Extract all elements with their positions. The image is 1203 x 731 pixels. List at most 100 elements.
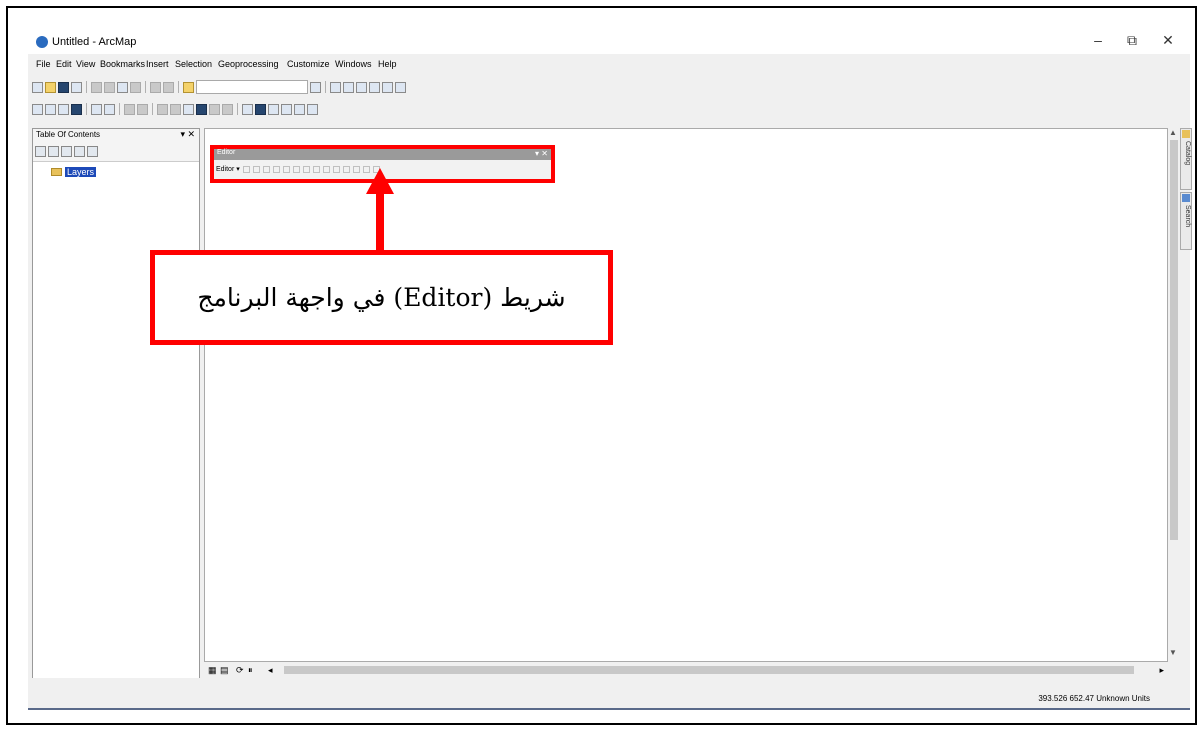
search-window-icon[interactable] bbox=[356, 81, 367, 93]
modelbuilder-icon[interactable] bbox=[395, 81, 406, 93]
toc-pin-close[interactable]: ▾ ✕ bbox=[180, 129, 195, 140]
select-features-icon[interactable] bbox=[157, 103, 168, 115]
fixed-zoom-in-icon[interactable] bbox=[91, 103, 102, 115]
menu-geoprocessing[interactable]: Geoprocessing bbox=[218, 59, 279, 69]
list-by-drawing-order-icon[interactable] bbox=[35, 145, 46, 157]
zoom-in-icon[interactable] bbox=[32, 103, 43, 115]
coordinates-readout: 393.526 652.47 Unknown Units bbox=[1038, 694, 1150, 703]
arcmap-window: Untitled - ArcMap – ⧉ ✕ File Edit View B… bbox=[28, 30, 1192, 710]
cut-polygons-icon[interactable] bbox=[322, 165, 330, 173]
map-view-bottom-bar: ▦ ▤ ⟳ ⏸ ◂ ▸ bbox=[204, 664, 1168, 678]
catalog-icon[interactable] bbox=[343, 81, 354, 93]
catalog-tab-icon bbox=[1182, 130, 1190, 138]
delete-icon[interactable] bbox=[130, 81, 141, 93]
annotation-callout: شريط (Editor) في واجهة البرنامج bbox=[150, 250, 613, 345]
menu-insert[interactable]: Insert bbox=[146, 59, 169, 69]
arctoolbox-icon[interactable] bbox=[369, 81, 380, 93]
scroll-thumb[interactable] bbox=[1170, 140, 1178, 540]
create-viewer-icon[interactable] bbox=[307, 103, 318, 115]
editor-menu-button[interactable]: Editor ▾ bbox=[216, 165, 240, 173]
menu-help[interactable]: Help bbox=[378, 59, 397, 69]
list-by-source-icon[interactable] bbox=[48, 145, 59, 157]
add-data-icon[interactable] bbox=[183, 81, 194, 93]
paste-icon[interactable] bbox=[117, 81, 128, 93]
menu-selection[interactable]: Selection bbox=[175, 59, 212, 69]
save-icon[interactable] bbox=[58, 81, 69, 93]
copy-icon[interactable] bbox=[104, 81, 115, 93]
layers-item[interactable]: Layers bbox=[51, 167, 97, 177]
time-slider-icon[interactable] bbox=[294, 103, 305, 115]
split-icon[interactable] bbox=[332, 165, 340, 173]
close-button[interactable]: ✕ bbox=[1156, 32, 1180, 49]
menu-windows[interactable]: Windows bbox=[335, 59, 372, 69]
title-bar: Untitled - ArcMap – ⧉ ✕ bbox=[28, 30, 1190, 54]
straight-segment-icon[interactable] bbox=[262, 165, 270, 173]
trace-icon[interactable] bbox=[282, 165, 290, 173]
minimize-button[interactable]: – bbox=[1086, 32, 1110, 48]
measure-icon[interactable] bbox=[242, 103, 253, 115]
menu-view[interactable]: View bbox=[76, 59, 95, 69]
hyperlink-icon[interactable] bbox=[209, 103, 220, 115]
rotate-icon[interactable] bbox=[342, 165, 350, 173]
catalog-tab[interactable]: Catalog bbox=[1180, 128, 1192, 190]
vertical-scrollbar[interactable]: ▲ ▼ bbox=[1168, 128, 1180, 662]
toc-tree: Layers bbox=[33, 161, 199, 678]
edit-vertices-icon[interactable] bbox=[302, 165, 310, 173]
menu-edit[interactable]: Edit bbox=[56, 59, 72, 69]
maximize-button[interactable]: ⧉ bbox=[1120, 32, 1144, 49]
map-scale-combo[interactable] bbox=[196, 80, 308, 94]
toolbar-separator bbox=[325, 81, 326, 93]
layout-view-icon[interactable]: ▤ bbox=[220, 665, 229, 676]
print-icon[interactable] bbox=[71, 81, 82, 93]
horizontal-scroll-thumb[interactable] bbox=[284, 666, 1134, 674]
search-tab[interactable]: Search bbox=[1180, 192, 1192, 250]
clear-selection-icon[interactable] bbox=[170, 103, 181, 115]
new-icon[interactable] bbox=[32, 81, 43, 93]
options-icon[interactable] bbox=[87, 145, 98, 157]
attributes-icon[interactable] bbox=[352, 165, 360, 173]
scroll-up-icon[interactable]: ▲ bbox=[1169, 128, 1177, 137]
scroll-left-icon[interactable]: ◂ bbox=[268, 665, 273, 676]
python-icon[interactable] bbox=[382, 81, 393, 93]
end-point-arc-icon[interactable] bbox=[272, 165, 280, 173]
fixed-zoom-out-icon[interactable] bbox=[104, 103, 115, 115]
select-elements-icon[interactable] bbox=[183, 103, 194, 115]
undo-icon[interactable] bbox=[150, 81, 161, 93]
pan-icon[interactable] bbox=[58, 103, 69, 115]
edit-tool-icon[interactable] bbox=[242, 165, 250, 173]
find-route-icon[interactable] bbox=[268, 103, 279, 115]
point-icon[interactable] bbox=[292, 165, 300, 173]
zoom-out-icon[interactable] bbox=[45, 103, 56, 115]
table-icon[interactable] bbox=[330, 81, 341, 93]
full-extent-icon[interactable] bbox=[71, 103, 82, 115]
toolbar-separator bbox=[119, 103, 120, 115]
search-tab-label: Search bbox=[1184, 205, 1191, 228]
list-by-visibility-icon[interactable] bbox=[61, 145, 72, 157]
editor-toolbar-close[interactable]: ▾ ✕ bbox=[535, 149, 548, 158]
toolbar-separator bbox=[86, 103, 87, 115]
scroll-right-icon[interactable]: ▸ bbox=[1159, 665, 1164, 676]
open-icon[interactable] bbox=[45, 81, 56, 93]
forward-icon[interactable] bbox=[137, 103, 148, 115]
redo-icon[interactable] bbox=[163, 81, 174, 93]
toolbar-separator bbox=[152, 103, 153, 115]
data-view-icon[interactable]: ▦ bbox=[208, 665, 217, 676]
status-bar: 393.526 652.47 Unknown Units bbox=[28, 680, 1190, 710]
cut-icon[interactable] bbox=[91, 81, 102, 93]
list-by-selection-icon[interactable] bbox=[74, 145, 85, 157]
pause-drawing-icon[interactable]: ⏸ bbox=[248, 665, 253, 676]
scroll-down-icon[interactable]: ▼ bbox=[1169, 648, 1177, 657]
map-view[interactable] bbox=[204, 128, 1168, 662]
editor-toolbar-icon[interactable] bbox=[310, 81, 321, 93]
edit-annotation-icon[interactable] bbox=[252, 165, 260, 173]
html-popup-icon[interactable] bbox=[222, 103, 233, 115]
menu-customize[interactable]: Customize bbox=[287, 59, 330, 69]
back-icon[interactable] bbox=[124, 103, 135, 115]
menu-file[interactable]: File bbox=[36, 59, 51, 69]
reshape-icon[interactable] bbox=[312, 165, 320, 173]
go-to-xy-icon[interactable] bbox=[281, 103, 292, 115]
identify-icon[interactable] bbox=[196, 103, 207, 115]
refresh-icon[interactable]: ⟳ bbox=[236, 665, 244, 676]
find-icon[interactable] bbox=[255, 103, 266, 115]
menu-bookmarks[interactable]: Bookmarks bbox=[100, 59, 145, 69]
